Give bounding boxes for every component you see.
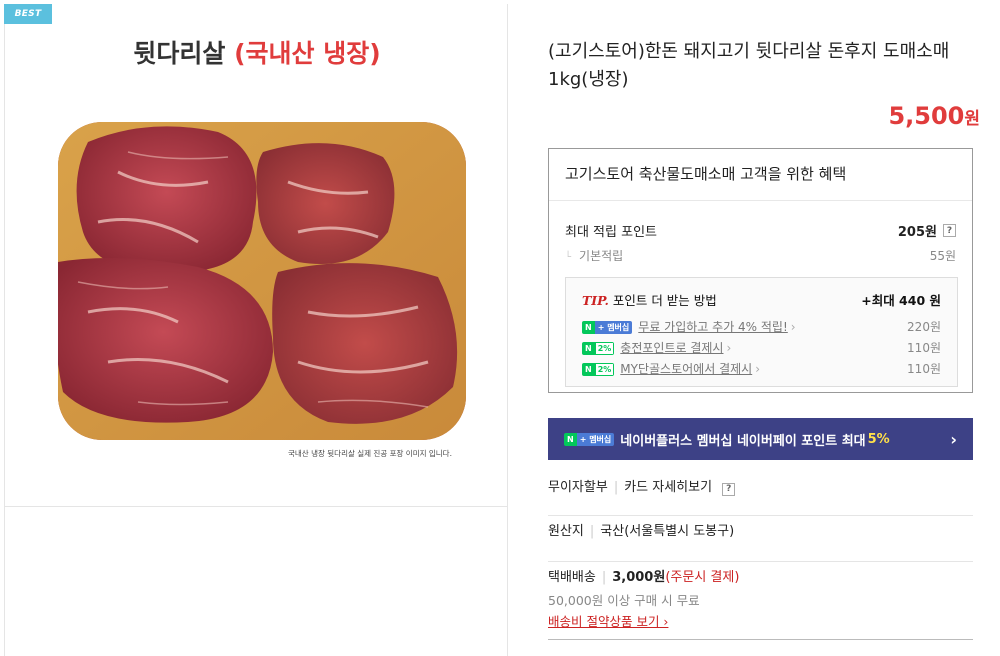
product-title: (고기스토어)한돈 돼지고기 뒷다리살 돈후지 도매소매 1kg(냉장) — [548, 41, 950, 90]
banner-highlight: 5% — [867, 431, 890, 447]
tip-label: 포인트 더 받는 방법 — [612, 293, 717, 308]
shipping-row: 택배배송 | 3,000원(주문시 결제) 50,000원 이상 구매 시 무료 배… — [548, 566, 973, 640]
image-title-main: 뒷다리살 — [133, 39, 226, 68]
benefit-box: 고기스토어 축산물도매소매 고객을 위한 혜택 최대 적립 포인트 205원? … — [548, 148, 973, 393]
left-empty-area — [4, 507, 508, 656]
tip-row-label[interactable]: 무료 가입하고 추가 4% 적립! — [638, 320, 788, 334]
naver-membership-icon: N + 멤버십 — [564, 432, 615, 446]
shipping-saving-link-label[interactable]: 배송비 절약상품 보기 — [548, 614, 659, 629]
max-points-row: 최대 적립 포인트 205원? — [565, 221, 956, 240]
max-points-value: 205원 — [897, 225, 937, 240]
basic-points-row: 기본적립 55원 — [565, 247, 956, 264]
basic-points-value: 55원 — [929, 249, 956, 263]
product-image-panel: 뒷다리살 (국내산 냉장) 국내산 냉장 뒷다리살 실제 진공 포장 이미지 입… — [4, 4, 508, 507]
price-value: 5,500 — [888, 102, 965, 130]
chevron-right-icon: › — [755, 362, 761, 376]
shipping-label: 택배배송 — [548, 570, 596, 585]
tip-row-label[interactable]: 충전포인트로 결제시 — [620, 341, 723, 355]
free-shipping-condition: 50,000원 이상 구매 시 무료 — [548, 593, 700, 608]
chevron-right-icon: › — [659, 614, 669, 629]
origin-label: 원산지 — [548, 524, 584, 539]
basic-points-label: 기본적립 — [565, 247, 623, 264]
tip-row-value: 110원 — [907, 341, 941, 355]
chevron-right-icon: › — [726, 341, 732, 355]
shipping-saving-link[interactable]: 배송비 절약상품 보기 › — [548, 611, 973, 630]
installment-row: 무이자할부 | 카드 자세히보기 ? — [548, 474, 973, 516]
meat-photo-illustration — [58, 122, 466, 440]
naver-membership-icon: N + 멤버십 — [582, 321, 633, 334]
max-points-label: 최대 적립 포인트 — [565, 225, 657, 240]
tip-row-value: 220원 — [907, 320, 941, 334]
help-icon[interactable]: ? — [943, 224, 956, 237]
best-badge: BEST — [4, 4, 52, 24]
chevron-right-icon: › — [950, 429, 957, 449]
image-title: 뒷다리살 (국내산 냉장) — [5, 34, 509, 70]
image-caption: 국내산 냉장 뒷다리살 실제 진공 포장 이미지 입니다. — [288, 449, 452, 458]
banner-text: 네이버플러스 멤버십 네이버페이 포인트 최대 — [620, 433, 866, 449]
tip-row-membership[interactable]: N + 멤버십 무료 가입하고 추가 4% 적립! › 220원 — [582, 318, 941, 335]
price-unit: 원 — [964, 109, 980, 129]
origin-row: 원산지 | 국산(서울특별시 도봉구) — [548, 518, 973, 562]
installment-label: 무이자할부 — [548, 480, 608, 495]
product-price: 5,500원 — [888, 102, 980, 130]
card-details-link[interactable]: 카드 자세히보기 — [624, 480, 712, 495]
chevron-right-icon: › — [790, 320, 796, 334]
naver-plus-banner[interactable]: N + 멤버십 네이버플러스 멤버십 네이버페이 포인트 최대 5% › — [548, 418, 973, 460]
tip-row-charge[interactable]: N 2% 충전포인트로 결제시 › 110원 — [582, 339, 941, 356]
tip-total: +최대 440 원 — [861, 293, 941, 308]
shipping-price: 3,000원 — [612, 570, 666, 585]
origin-value: 국산(서울특별시 도봉구) — [600, 524, 735, 539]
tip-row-label[interactable]: MY단골스토어에서 결제시 — [620, 362, 752, 376]
product-info-panel: (고기스토어)한돈 돼지고기 뒷다리살 돈후지 도매소매 1kg(냉장) 5,5… — [508, 4, 996, 656]
naver-pay-icon: N 2% — [582, 342, 615, 355]
meat-photo[interactable] — [58, 122, 466, 440]
tip-box: TIP. 포인트 더 받는 방법 +최대 440 원 N + 멤버십 무료 가입하고 … — [565, 277, 958, 387]
tip-row-value: 110원 — [907, 362, 941, 376]
benefit-heading: 고기스토어 축산물도매소매 고객을 위한 혜택 — [549, 149, 972, 201]
tip-header: TIP. 포인트 더 받는 방법 +최대 440 원 — [582, 290, 941, 309]
naver-pay-icon: N 2% — [582, 363, 615, 376]
help-icon[interactable]: ? — [722, 482, 736, 496]
shipping-note: (주문시 결제) — [665, 570, 740, 585]
image-title-red: (국내산 냉장) — [234, 39, 381, 68]
tip-row-mystore[interactable]: N 2% MY단골스토어에서 결제시 › 110원 — [582, 360, 941, 377]
tip-prefix: TIP. — [582, 293, 609, 308]
